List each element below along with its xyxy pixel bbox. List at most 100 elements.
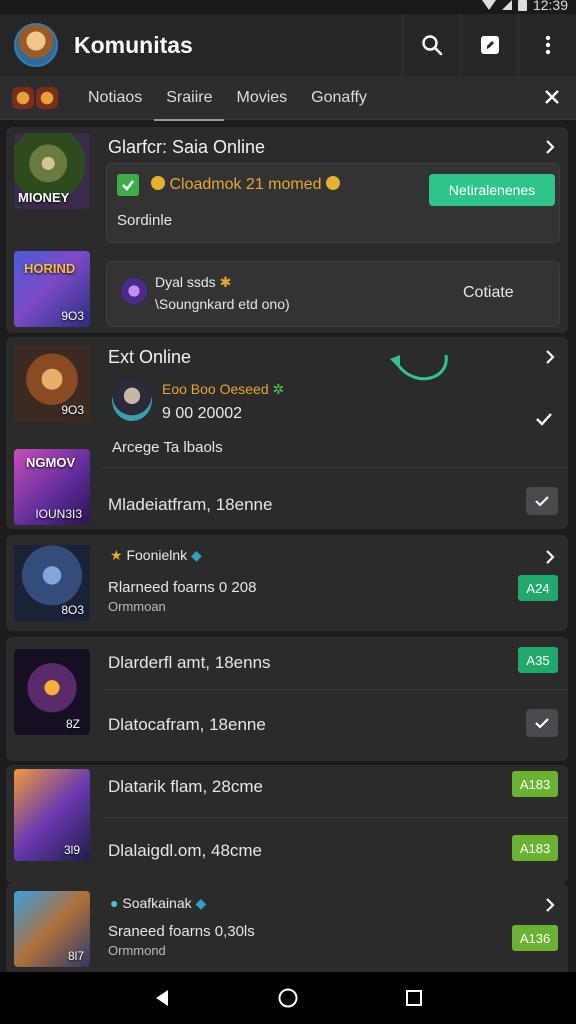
more-options-button[interactable] [518,14,576,76]
recents-icon[interactable] [404,988,424,1008]
game-thumbnail: 3l9 [14,769,90,861]
chevron-right-icon[interactable] [542,549,558,565]
thumbnail-number: 9O3 [61,309,84,323]
back-icon[interactable] [152,988,172,1008]
sparkle-icon: ✲ [272,381,285,397]
status-badge[interactable]: A183 [512,771,558,797]
status-badge[interactable]: A136 [512,925,558,951]
community-card[interactable]: 9O3 Ext Online Eoo Boo Oeseed ✲ 9 00 200… [6,337,568,529]
card-description: Arcege Ta lbaols [112,439,223,456]
tab-bar: Notiaos Sraiire Movies Gonaffy [0,76,576,121]
community-card[interactable]: 8O3 ★ Foonielnk ◆ Rlarneed foarns 0 208 … [6,535,568,631]
row-title: Dlalaigdl.om, 48cme [108,841,263,860]
card-small: Ormmoan [108,599,166,614]
notice-title: Dyal ssds [155,274,216,290]
close-button[interactable] [542,87,562,112]
notice-sub: \Soungnkard etd ono) [155,296,290,312]
notice-panel: Dyal ssds ✱ \Soungnkard etd ono) Cotiate [106,261,560,327]
chevron-right-icon[interactable] [542,139,558,155]
community-card[interactable]: 8l7 ● Soafkainak ◆ Sraneed foarns 0,30ls… [6,883,568,972]
check-icon[interactable] [117,174,139,196]
status-bar: 12:39 [0,0,576,14]
card-title: Foonielnk [126,547,188,563]
thumbnail-number: IOUN3I3 [35,507,82,521]
signal-icon [501,0,512,10]
globe-icon: ● [110,895,119,911]
card-sub: Sraneed foarns 0,30ls [108,923,255,940]
tab-movies[interactable]: Movies [224,76,299,120]
profile-name: Eoo Boo Oeseed [162,381,269,397]
chevron-right-icon[interactable] [542,349,558,365]
thumbnail-number: 8l7 [67,949,84,963]
notice-action[interactable]: Cotiate [463,284,514,302]
check-toggle[interactable] [526,709,558,737]
diamond-icon: ◆ [195,895,207,911]
card-title: Glarfcr: Saia Online [108,137,266,157]
checkmark-icon [535,496,549,507]
status-panel: Cloadmok 21 momed Sordinle Netiralenenes [106,163,560,243]
search-button[interactable] [402,14,460,76]
status-text: Cloadmok 21 momed [169,176,322,193]
avatar[interactable] [14,23,58,67]
sparkle-icon: ✱ [219,274,232,290]
status-badge[interactable]: A24 [518,575,558,601]
search-icon [421,35,442,56]
thumbnail-number: 8O3 [61,603,84,617]
compose-button[interactable] [460,14,518,76]
status-badge[interactable]: A35 [518,647,558,673]
game-thumbnail: NGMOV IOUN3I3 [14,449,90,525]
tab-gonaffy[interactable]: Gonaffy [299,76,379,120]
thumbnail-number: 8Z [65,717,80,731]
thumbnail-number: 3l9 [63,843,80,857]
status-time: 12:39 [532,0,568,13]
card-small: Ormmond [108,943,166,958]
tab-sraiire[interactable]: Sraiire [154,76,225,121]
emblem-icon [12,86,34,109]
divider [102,467,568,468]
checkmark-icon [535,718,549,729]
community-card[interactable]: 3l9 Dlatarik flam, 28cme A183 Dlalaigdl.… [6,765,568,883]
card-title: Ext Online [108,347,192,367]
home-icon[interactable] [277,987,299,1009]
battery-icon [517,0,527,11]
row-title: Dlatarik flam, 28cme [108,777,263,796]
wifi-icon [481,0,496,10]
refresh-arrow-icon[interactable] [376,343,456,391]
game-thumbnail: 8O3 [14,545,90,621]
row-title: Dlatocafram, 18enne [108,715,266,734]
community-card[interactable]: MIONEY Glarfcr: Saia Online Cloadmok 21 … [6,127,568,333]
compose-icon [480,36,499,54]
diamond-icon: ◆ [191,547,202,563]
system-nav-bar [0,972,576,1024]
thumbnail-number: 9O3 [61,403,84,417]
divider [102,689,568,690]
card-sub: Rlarneed foarns 0 208 [108,579,257,596]
emblem-icon [36,86,58,109]
page-title: Komunitas [74,31,193,58]
divider [102,817,568,818]
game-thumbnail: 8l7 [14,891,90,967]
app-bar: Komunitas [0,14,576,76]
chevron-right-icon[interactable] [542,897,558,913]
check-toggle[interactable] [526,487,558,515]
game-thumbnail: HORIND 9O3 [14,251,90,327]
profile-stats: 9 00 20002 [162,405,243,422]
status-badge[interactable]: A183 [512,835,558,861]
action-button[interactable]: Netiralenenes [429,174,555,206]
row-title: Mladeiatfram, 18enne [108,495,273,514]
avatar[interactable] [112,379,152,421]
game-thumbnail: 8Z [14,649,90,735]
community-list: MIONEY Glarfcr: Saia Online Cloadmok 21 … [0,121,576,972]
checkmark-icon[interactable] [534,409,554,429]
community-card[interactable]: 8Z Dlarderfl amt, 18enns A35 Dlatocafram… [6,637,568,761]
star-icon: ★ [110,547,123,563]
tab-notiaos[interactable]: Notiaos [76,76,154,120]
thumbnail-caption: HORIND [24,261,76,276]
notice-icon [121,278,147,304]
close-icon [545,90,559,104]
row-title: Dlarderfl amt, 18enns [108,653,271,672]
emoji-icon [151,176,165,190]
thumbnail-caption: MIONEY [18,190,70,205]
game-thumbnail: 9O3 [14,345,90,421]
thumbnail-caption: NGMOV [26,455,76,470]
